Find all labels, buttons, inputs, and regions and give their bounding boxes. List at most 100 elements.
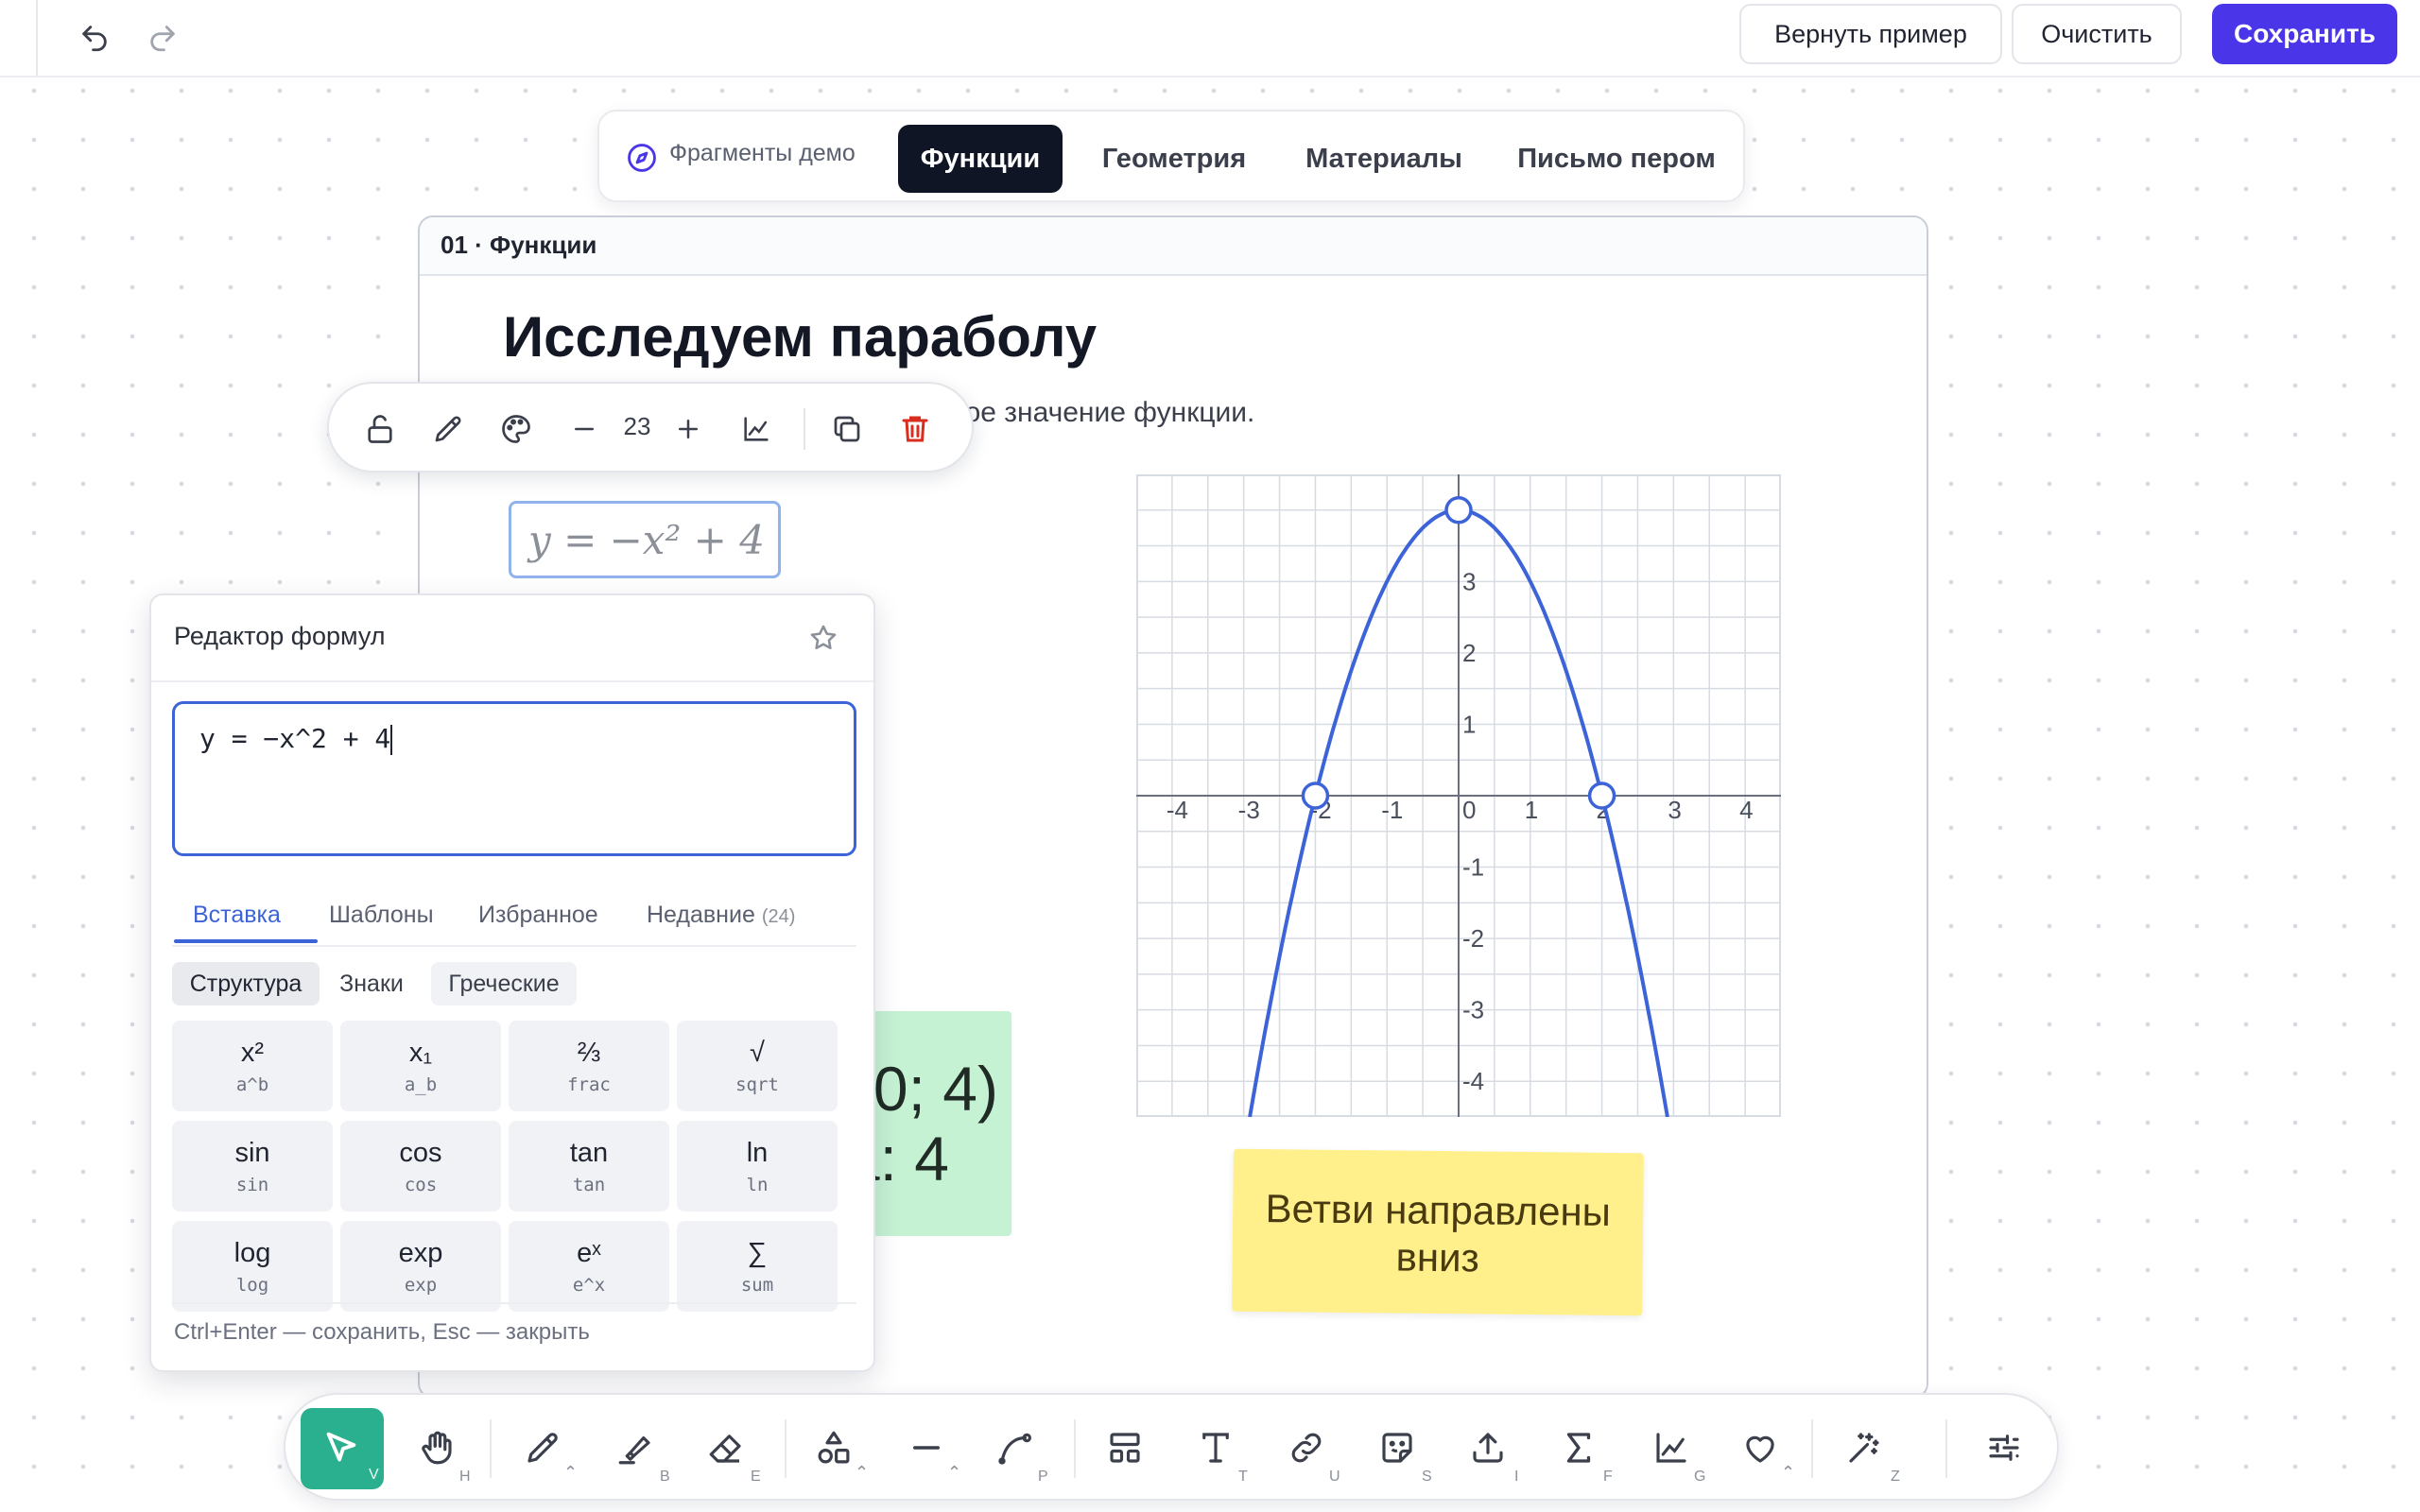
toolbar-divider-1 (490, 1419, 492, 1478)
sticker-key: S (1422, 1469, 1432, 1485)
tab-templates[interactable]: Шаблоны (329, 902, 434, 929)
fragments-demo-label: Фрагменты демо (669, 140, 856, 166)
yellow-note-line2: вниз (1395, 1234, 1480, 1280)
insert-exp-symbol: exp (398, 1237, 443, 1268)
tab-geometry[interactable]: Геометрия (1081, 125, 1267, 193)
tab-functions[interactable]: Функции (898, 125, 1063, 193)
insert-sqrt-symbol: √ (750, 1037, 765, 1068)
clear-button[interactable]: Очистить (2012, 4, 2182, 64)
formula-sigma-icon[interactable] (1554, 1423, 1603, 1472)
upload-icon[interactable] (1463, 1423, 1512, 1472)
insert-ex-code: e^x (572, 1274, 606, 1296)
increase-size-icon[interactable] (666, 406, 711, 452)
eraser-icon[interactable] (701, 1423, 751, 1472)
insert-cos-code: cos (404, 1174, 438, 1195)
formula-element[interactable]: y = −x² + 4 (509, 501, 781, 578)
redo-icon[interactable] (138, 13, 187, 62)
duplicate-icon[interactable] (824, 406, 870, 452)
insert-cos-button[interactable]: cos cos (340, 1121, 501, 1211)
parabola-graph[interactable]: -4 -3 -2 -1 0 1 2 3 4-4-3-2-1123 (1136, 474, 1781, 1117)
insert-ln-code: ln (746, 1174, 769, 1195)
line-icon[interactable] (902, 1423, 951, 1472)
card-subtitle[interactable]: ное значение функции. (949, 397, 1254, 429)
card-header-label: 01 · Функции (441, 231, 597, 259)
formula-input[interactable]: y = −x^2 + 4 (172, 701, 856, 856)
toolbar-divider-2 (785, 1419, 786, 1478)
palette-icon[interactable] (493, 406, 539, 452)
insert-tan-code: tan (572, 1174, 606, 1195)
graph-icon[interactable] (734, 406, 779, 452)
heart-icon[interactable] (1736, 1423, 1785, 1472)
insert-subscript-button[interactable]: x₁ a_b (340, 1021, 501, 1111)
layout-icon[interactable] (1100, 1423, 1150, 1472)
hand-icon[interactable] (412, 1423, 461, 1472)
green-note-line2: а: 4 (873, 1124, 949, 1194)
pencil-icon[interactable] (425, 406, 471, 452)
delete-icon[interactable] (892, 406, 938, 452)
save-button[interactable]: Сохранить (2212, 4, 2397, 64)
decrease-size-icon[interactable] (562, 406, 607, 452)
insert-ex-button[interactable]: eˣ e^x (509, 1221, 669, 1312)
settings-sliders-icon[interactable] (1979, 1423, 2029, 1472)
tab-insert[interactable]: Вставка (193, 902, 281, 929)
eraser-key: E (751, 1469, 761, 1485)
insert-log-button[interactable]: log log (172, 1221, 333, 1312)
unlock-icon[interactable] (357, 406, 403, 452)
insert-power-button[interactable]: x² a^b (172, 1021, 333, 1111)
y-tick-label: -3 (1462, 996, 1484, 1024)
undo-icon[interactable] (70, 13, 119, 62)
shapes-icon[interactable] (809, 1423, 858, 1472)
magic-wand-icon[interactable] (1840, 1423, 1889, 1472)
text-icon[interactable] (1191, 1423, 1240, 1472)
page-title[interactable]: Исследуем параболу (503, 304, 1097, 369)
y-tick-label: -2 (1462, 924, 1484, 953)
tab-materials[interactable]: Материалы (1288, 125, 1480, 193)
editor-header-divider (151, 680, 873, 682)
tab-favorites[interactable]: Избранное (478, 902, 598, 929)
active-tab-indicator (174, 939, 318, 943)
insert-sum-button[interactable]: ∑ sum (677, 1221, 838, 1312)
insert-ln-button[interactable]: ln ln (677, 1121, 838, 1211)
y-tick-label: -4 (1462, 1067, 1484, 1095)
insert-tan-button[interactable]: tan tan (509, 1121, 669, 1211)
x-tick-label: -4 (1167, 796, 1188, 824)
toolbar-divider-3 (1074, 1419, 1076, 1478)
insert-fraction-symbol: ⅔ (577, 1037, 601, 1068)
select-tool-button[interactable]: V (301, 1408, 384, 1489)
tab-recent[interactable]: Недавние (24) (647, 902, 795, 929)
green-sticky-note[interactable]: 0; 4) а: 4 (873, 1011, 1011, 1236)
insert-exp-button[interactable]: exp exp (340, 1221, 501, 1312)
insert-tan-symbol: tan (569, 1137, 609, 1168)
hand-tool-key: H (459, 1469, 471, 1485)
insert-sin-button[interactable]: sin sin (172, 1121, 333, 1211)
marked-point (1301, 782, 1330, 810)
star-icon[interactable] (807, 622, 841, 656)
yellow-sticky-note[interactable]: Ветви направлены вниз (1232, 1148, 1644, 1316)
sticker-icon[interactable] (1373, 1423, 1422, 1472)
insert-grid: x² a^b x₁ a_b ⅔ frac √ sqrt sin sin cos cos ta… (172, 1021, 856, 1329)
pen-options-caret-icon[interactable]: ⌃ (563, 1463, 578, 1483)
restore-example-button[interactable]: Вернуть пример (1739, 4, 2002, 64)
curve-key: P (1038, 1469, 1048, 1485)
line-caret-icon[interactable]: ⌃ (947, 1463, 961, 1483)
shapes-caret-icon[interactable]: ⌃ (855, 1463, 869, 1483)
insert-fraction-button[interactable]: ⅔ frac (509, 1021, 669, 1111)
graph-tool-icon[interactable] (1647, 1423, 1696, 1472)
editor-title: Редактор формул (174, 622, 386, 650)
highlighter-icon[interactable] (611, 1423, 660, 1472)
category-greek[interactable]: Греческие (431, 962, 577, 1005)
category-structure[interactable]: Структура (172, 962, 320, 1005)
curve-icon[interactable] (991, 1423, 1040, 1472)
formula-editor-panel: Редактор формул y = −x^2 + 4 Вставка Шаб… (149, 593, 875, 1372)
link-icon[interactable] (1282, 1423, 1331, 1472)
magic-wand-key: Z (1891, 1469, 1900, 1485)
insert-log-code: log (235, 1274, 269, 1296)
insert-ex-symbol: eˣ (577, 1237, 601, 1268)
tab-pen-writing[interactable]: Письмо пером (1497, 125, 1736, 193)
heart-caret-icon[interactable]: ⌃ (1781, 1463, 1795, 1483)
compass-icon (626, 142, 658, 174)
category-signs[interactable]: Знаки (331, 962, 412, 1005)
top-bar: Вернуть пример Очистить Сохранить (0, 0, 2420, 77)
insert-sqrt-button[interactable]: √ sqrt (677, 1021, 838, 1111)
pen-icon[interactable] (518, 1423, 567, 1472)
